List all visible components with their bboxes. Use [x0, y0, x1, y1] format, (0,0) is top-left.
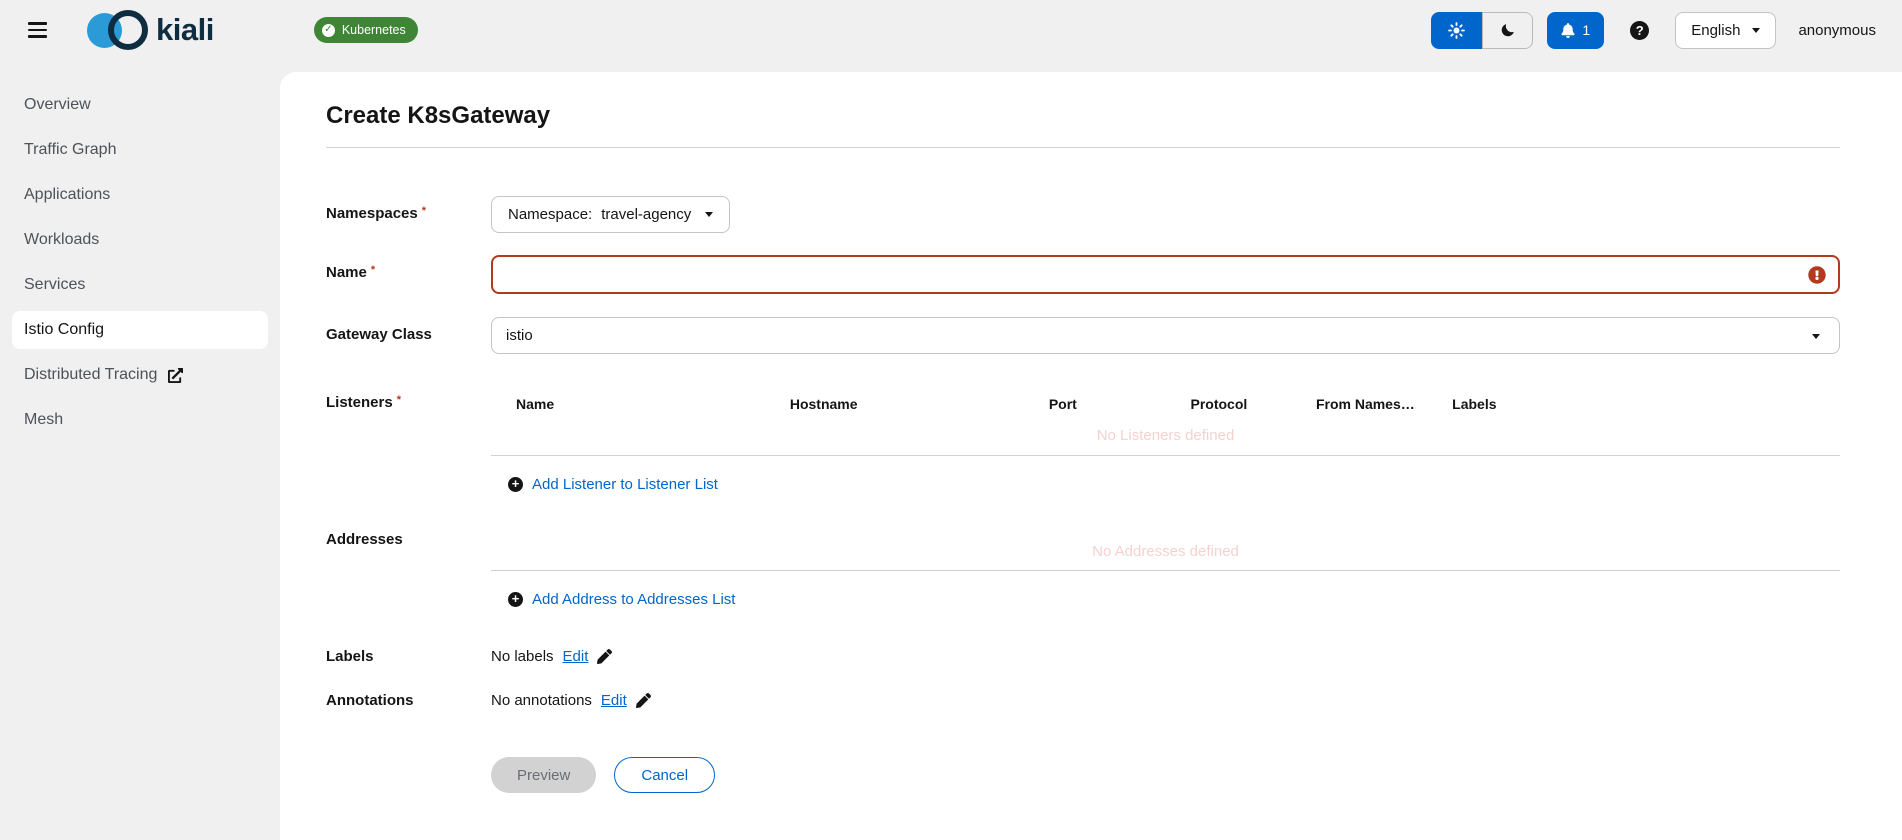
chevron-down-icon [705, 212, 714, 217]
plus-circle-icon: + [508, 477, 523, 492]
chevron-down-icon [1752, 27, 1761, 33]
labels-row: Labels No labels Edit [326, 648, 1840, 665]
required-asterisk: * [396, 394, 401, 406]
pencil-icon[interactable] [597, 649, 613, 664]
gateway-class-selected-value: istio [506, 327, 533, 344]
name-input[interactable] [491, 255, 1840, 294]
listeners-row: Listeners * Name Hostname Port Protocol F… [326, 394, 1840, 493]
column-header-port: Port [1048, 396, 1077, 412]
kiali-logo-mark [87, 9, 149, 51]
sidebar-item-mesh[interactable]: Mesh [12, 401, 268, 439]
main-area: Create K8sGateway Namespaces * Namespace:… [280, 60, 1902, 840]
listeners-table-header: Name Hostname Port Protocol From Namespa… [491, 394, 1840, 414]
theme-toggle-group [1431, 11, 1534, 49]
labels-value: No labels [491, 648, 554, 665]
gateway-class-select[interactable]: istio [491, 317, 1840, 354]
error-exclamation-icon [1808, 265, 1826, 284]
addresses-label: Addresses [326, 531, 403, 548]
listeners-label: Listeners * [326, 394, 401, 411]
required-asterisk: * [370, 264, 376, 276]
form-actions: Preview Cancel [491, 757, 1840, 793]
sidebar-item-workloads[interactable]: Workloads [12, 221, 268, 259]
name-label: Name * [326, 264, 376, 281]
add-listener-label: Add Listener to Listener List [532, 476, 718, 493]
required-asterisk: * [421, 205, 427, 217]
body-row: Overview Traffic Graph Applications Work… [0, 60, 1902, 840]
help-icon[interactable]: ? [1630, 20, 1650, 40]
name-row: Name * [326, 255, 1840, 294]
kiali-logo: kiali [87, 9, 214, 51]
namespace-dropdown[interactable]: Namespace: travel-agency [491, 196, 731, 233]
sidebar-item-istio-config[interactable]: Istio Config [12, 311, 268, 349]
masthead-left: kiali ✓ Kubernetes [22, 9, 418, 51]
labels-edit-link[interactable]: Edit [563, 648, 589, 665]
column-header-from-namespaces: From Namespac... [1315, 396, 1428, 412]
add-listener-button[interactable]: + Add Listener to Listener List [508, 476, 718, 493]
addresses-row: Addresses No Addresses defined + Add Add… [326, 531, 1840, 608]
column-header-labels: Labels [1452, 396, 1497, 412]
kubernetes-badge-label: Kubernetes [341, 23, 406, 37]
kiali-app: kiali ✓ Kubernetes 1 ? English anonymous… [0, 0, 1902, 840]
check-circle-icon: ✓ [321, 23, 335, 37]
bell-icon [1561, 22, 1575, 38]
add-address-button[interactable]: + Add Address to Addresses List [508, 591, 735, 608]
preview-button[interactable]: Preview [491, 757, 597, 793]
column-header-name: Name [516, 396, 555, 412]
annotations-value: No annotations [491, 692, 592, 709]
namespace-selected-value: travel-agency [601, 206, 692, 223]
sidebar: Overview Traffic Graph Applications Work… [0, 60, 280, 840]
page-title: Create K8sGateway [326, 102, 551, 129]
chevron-down-icon [1812, 333, 1820, 339]
column-header-hostname: Hostname [789, 396, 858, 412]
listeners-divider [491, 455, 1840, 456]
listeners-empty-text: No Listeners defined [1096, 427, 1235, 444]
addresses-divider [491, 570, 1840, 571]
namespace-dropdown-prefix: Namespace: [508, 206, 593, 223]
content-card: Create K8sGateway Namespaces * Namespace:… [280, 72, 1902, 840]
username: anonymous [1798, 21, 1876, 39]
annotations-row: Annotations No annotations Edit [326, 692, 1840, 709]
sidebar-item-services[interactable]: Services [12, 266, 268, 304]
kiali-logo-ring-circle [108, 10, 148, 50]
addresses-empty-text: No Addresses defined [1092, 543, 1239, 560]
sun-icon [1448, 21, 1466, 39]
external-link-icon [168, 367, 184, 383]
masthead: kiali ✓ Kubernetes 1 ? English anonymous [0, 0, 1902, 60]
annotations-label: Annotations [326, 692, 414, 709]
cancel-button[interactable]: Cancel [614, 757, 716, 793]
add-address-label: Add Address to Addresses List [532, 591, 736, 608]
column-header-protocol: Protocol [1190, 396, 1248, 412]
language-label: English [1691, 21, 1741, 39]
title-divider [326, 147, 1840, 148]
sidebar-item-distributed-tracing[interactable]: Distributed Tracing [12, 356, 268, 394]
create-k8sgateway-form: Namespaces * Namespace: travel-agency Na… [326, 196, 1840, 793]
moon-icon [1500, 22, 1516, 38]
sidebar-item-traffic-graph[interactable]: Traffic Graph [12, 131, 268, 169]
kubernetes-status-badge[interactable]: ✓ Kubernetes [313, 17, 418, 43]
language-dropdown[interactable]: English [1675, 11, 1777, 49]
labels-label: Labels [326, 648, 374, 665]
gateway-class-label: Gateway Class [326, 326, 432, 343]
kiali-brand-text: kiali [156, 12, 214, 47]
notifications-button[interactable]: 1 [1547, 11, 1605, 49]
plus-circle-icon: + [508, 592, 523, 607]
pencil-icon[interactable] [635, 693, 651, 708]
sidebar-item-applications[interactable]: Applications [12, 176, 268, 214]
hamburger-menu-button[interactable] [22, 16, 53, 44]
masthead-right: 1 ? English anonymous [1431, 11, 1876, 49]
annotations-edit-link[interactable]: Edit [601, 692, 627, 709]
gateway-class-row: Gateway Class istio [326, 317, 1840, 354]
light-theme-button[interactable] [1431, 11, 1483, 49]
namespaces-row: Namespaces * Namespace: travel-agency [326, 196, 1840, 233]
notification-count: 1 [1582, 22, 1591, 38]
sidebar-item-overview[interactable]: Overview [12, 86, 268, 124]
dark-theme-button[interactable] [1482, 11, 1534, 49]
namespaces-label: Namespaces * [326, 205, 427, 222]
